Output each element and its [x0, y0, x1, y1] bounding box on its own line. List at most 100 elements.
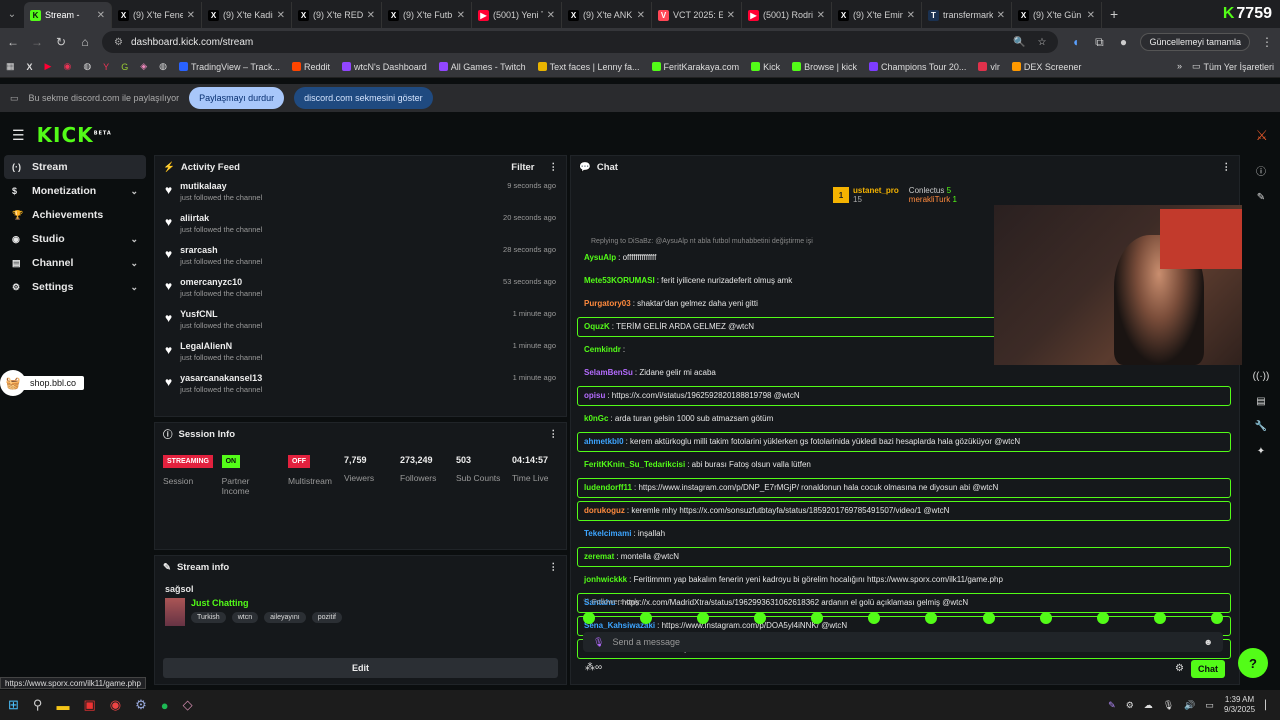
bookmark-item[interactable]: Kick — [751, 62, 780, 72]
emote-icon[interactable] — [697, 612, 710, 624]
activity-kebab-icon[interactable]: ⋮ — [549, 162, 559, 173]
stop-sharing-button[interactable]: Paylaşmayı durdur — [189, 87, 285, 109]
browser-tab[interactable]: X (9) X'te RED ✕ — [292, 2, 382, 28]
emote-icon[interactable] — [925, 612, 938, 624]
chat-settings-icon[interactable]: ⚙ — [1175, 663, 1184, 674]
home-icon[interactable]: ⌂ — [78, 35, 92, 49]
emote-icon[interactable] — [1039, 612, 1052, 624]
emote-icon[interactable] — [868, 612, 881, 624]
spotify-icon[interactable]: ● — [161, 698, 169, 713]
edit-button[interactable]: Edit — [163, 658, 558, 678]
shop-chip[interactable]: 🧺 shop.bbl.co — [0, 370, 106, 396]
wrench-icon[interactable]: 🔧 — [1255, 421, 1267, 432]
bookmark-icon-5[interactable]: Y — [103, 62, 109, 72]
bookmark-icon-8[interactable]: ◍ — [159, 61, 167, 72]
apps-grid-icon[interactable]: ▦ — [6, 61, 15, 72]
reload-icon[interactable]: ↻ — [54, 35, 68, 49]
update-button[interactable]: Güncellemeyi tamamla — [1140, 33, 1250, 51]
tab-close-icon[interactable]: ✕ — [367, 10, 375, 21]
chat-username[interactable]: k0nGc — [584, 414, 608, 423]
stream-tag[interactable]: aileyayını — [264, 612, 306, 623]
tray-cloud-icon[interactable]: ☁ — [1144, 700, 1153, 711]
activity-username[interactable]: srarcash — [180, 245, 262, 255]
browser-tab[interactable]: X (9) X'te Fene ✕ — [112, 2, 202, 28]
extensions-puzzle-icon[interactable]: ⧉ — [1092, 35, 1106, 50]
tools-icon[interactable]: ✦ — [1257, 446, 1265, 457]
chat-username[interactable]: Tekelcimami — [584, 529, 631, 538]
tab-close-icon[interactable]: ✕ — [727, 10, 735, 21]
bookmark-item[interactable]: Reddit — [292, 62, 330, 72]
tab-close-icon[interactable]: ✕ — [1087, 10, 1095, 21]
sidebar-item-studio[interactable]: ◉ Studio ⌄ — [4, 227, 146, 251]
emote-icon[interactable] — [754, 612, 767, 624]
edit-icon[interactable]: ✎ — [1257, 192, 1265, 203]
broadcast-icon[interactable]: ((·)) — [1253, 371, 1270, 382]
chat-username[interactable]: OquzK — [584, 322, 610, 331]
tray-steam-icon[interactable]: ⚙ — [1126, 700, 1134, 711]
search-icon[interactable]: ⚲ — [33, 697, 43, 713]
chat-input[interactable]: 🎙 Send a message ☻ — [583, 632, 1223, 652]
browser-tab[interactable]: ▶ (5001) Yeni T ✕ — [472, 2, 562, 28]
info-circle-icon[interactable]: ⓘ — [1256, 163, 1266, 178]
category-link[interactable]: Just Chatting — [191, 598, 342, 608]
browser-tab[interactable]: V VCT 2025: El ✕ — [652, 2, 742, 28]
bookmark-icon-6[interactable]: G — [121, 62, 128, 72]
show-discord-tab-button[interactable]: discord.com sekmesini göster — [294, 87, 433, 109]
bookmark-icon-7[interactable]: ◈ — [140, 61, 147, 72]
stream-info-kebab-icon[interactable]: ⋮ — [549, 562, 559, 573]
league-icon[interactable]: ◇ — [183, 697, 193, 713]
activity-username[interactable]: aliirtak — [180, 213, 262, 223]
session-kebab-icon[interactable]: ⋮ — [549, 429, 559, 440]
chat-username[interactable]: opisu — [584, 391, 605, 400]
url-field[interactable]: ⚙ dashboard.kick.com/stream 🔍 ☆ — [102, 31, 1059, 53]
zoom-icon[interactable]: 🔍 — [1013, 37, 1025, 48]
tray-network-icon[interactable]: ▭ — [1205, 700, 1214, 711]
tab-close-icon[interactable]: ✕ — [97, 10, 105, 21]
steam-icon[interactable]: ⚙ — [135, 697, 147, 713]
all-bookmarks[interactable]: ▭ Tüm Yer İşaretleri — [1192, 61, 1274, 72]
stream-tag[interactable]: pozitif — [311, 612, 342, 623]
bookmarks-overflow-icon[interactable]: » — [1177, 61, 1182, 72]
emote-icon[interactable] — [982, 612, 995, 624]
emote-icon[interactable] — [1096, 612, 1109, 624]
chat-send-button[interactable]: Chat — [1191, 660, 1225, 678]
hamburger-menu-icon[interactable]: ☰ — [12, 127, 25, 144]
sidebar-item-achievements[interactable]: 🏆 Achievements — [4, 203, 146, 227]
bookmark-item[interactable]: FeritKarakaya.com — [651, 62, 739, 72]
tray-speaker-icon[interactable]: 🔊 — [1184, 700, 1195, 711]
chat-username[interactable]: Purgatory03 — [584, 299, 631, 308]
chevron-down-icon[interactable]: ⌄ — [130, 282, 138, 293]
chat-username[interactable]: AysuAlp — [584, 253, 616, 262]
help-button[interactable]: ? — [1238, 648, 1268, 678]
chat-username[interactable]: SelamBenSu — [584, 368, 633, 377]
forward-icon[interactable]: → — [30, 35, 44, 49]
bookmark-icon-3[interactable]: ◉ — [63, 61, 71, 72]
bookmark-item[interactable]: Champions Tour 20... — [868, 62, 966, 72]
browser-tab[interactable]: X (9) X'te Gün ✕ — [1012, 2, 1102, 28]
bookmark-item[interactable]: Text faces | Lenny fa... — [537, 62, 640, 72]
emote-icon[interactable] — [1210, 612, 1223, 624]
bookmark-icon-4[interactable]: ◍ — [83, 61, 91, 72]
x-bookmark-icon[interactable]: X — [27, 62, 33, 72]
chat-username[interactable]: jonhwickkk — [584, 575, 627, 584]
tab-close-icon[interactable]: ✕ — [997, 10, 1005, 21]
youtube-bookmark-icon[interactable]: ▶ — [45, 61, 52, 72]
chat-username[interactable]: Cemkindr — [584, 345, 621, 354]
new-tab-button[interactable]: + — [1102, 6, 1126, 22]
bookmark-item[interactable]: All Games - Twitch — [438, 62, 526, 72]
bookmark-item[interactable]: wtcN's Dashboard — [342, 62, 427, 72]
chat-username[interactable]: FeritKKnin_Su_Tedarikcisi — [584, 460, 685, 469]
activity-username[interactable]: mutikalaay — [180, 181, 262, 191]
chevron-down-icon[interactable]: ⌄ — [130, 234, 138, 245]
chevron-down-icon[interactable]: ⌄ — [130, 258, 138, 269]
tray-mic-icon[interactable]: 🎙 — [1163, 700, 1174, 711]
emote-icon[interactable] — [583, 612, 595, 624]
chrome-icon[interactable]: ◉ — [110, 697, 121, 713]
back-icon[interactable]: ← — [6, 35, 20, 49]
chat-username[interactable]: dorukoguz — [584, 506, 625, 515]
chat-tools-icon[interactable]: ⁂∞ — [585, 662, 602, 673]
site-info-icon[interactable]: ⚙ — [114, 37, 123, 48]
browser-tab[interactable]: X (9) X'te Futb ✕ — [382, 2, 472, 28]
tab-close-icon[interactable]: ✕ — [457, 10, 465, 21]
browser-tab[interactable]: X (9) X'te Emin ✕ — [832, 2, 922, 28]
